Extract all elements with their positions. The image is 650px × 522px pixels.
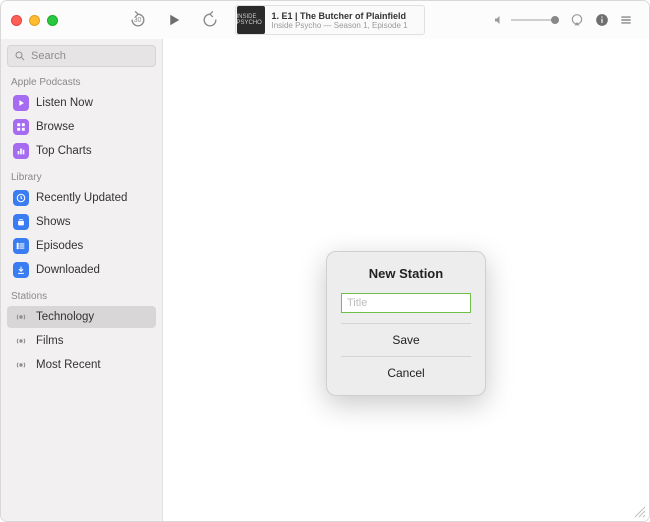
sidebar-item-films[interactable]: Films (7, 330, 156, 352)
sidebar-item-label: Listen Now (36, 97, 93, 109)
chart-icon (13, 143, 29, 159)
window-controls (11, 15, 58, 26)
sidebar-item-label: Films (36, 335, 63, 347)
minimize-window-button[interactable] (29, 15, 40, 26)
section-heading-stations: Stations (7, 283, 156, 304)
sidebar: Search Apple Podcasts Listen Now Browse … (1, 39, 163, 521)
titlebar-right-controls (493, 12, 633, 28)
sidebar-item-label: Recently Updated (36, 192, 127, 204)
sidebar-item-label: Most Recent (36, 359, 101, 371)
save-button[interactable]: Save (341, 323, 471, 356)
now-playing-title: 1. E1 | The Butcher of Plainfield (272, 11, 418, 21)
sidebar-item-top-charts[interactable]: Top Charts (7, 140, 156, 162)
search-placeholder: Search (31, 50, 66, 62)
skip-forward-button[interactable] (199, 9, 221, 31)
sidebar-item-label: Technology (36, 311, 94, 323)
section-heading-library: Library (7, 164, 156, 185)
sidebar-item-listen-now[interactable]: Listen Now (7, 92, 156, 114)
info-icon[interactable] (595, 13, 609, 27)
airplay-icon[interactable] (569, 12, 585, 28)
volume-control[interactable] (493, 14, 559, 26)
sidebar-item-downloaded[interactable]: Downloaded (7, 259, 156, 281)
stack-icon (13, 214, 29, 230)
main-content: Right Now ew episodes have been added. N… (163, 39, 649, 521)
play-button[interactable] (163, 9, 185, 31)
new-station-dialog: New Station Save Cancel (326, 251, 486, 396)
skip-back-seconds: 30 (134, 17, 142, 24)
broadcast-icon (13, 309, 29, 325)
list-bullet-icon (13, 238, 29, 254)
search-input[interactable]: Search (7, 45, 156, 67)
sidebar-item-label: Downloaded (36, 264, 100, 276)
sidebar-item-label: Top Charts (36, 145, 92, 157)
maximize-window-button[interactable] (47, 15, 58, 26)
play-circle-icon (13, 95, 29, 111)
volume-icon (493, 14, 505, 26)
download-icon (13, 262, 29, 278)
sidebar-item-browse[interactable]: Browse (7, 116, 156, 138)
sidebar-item-label: Browse (36, 121, 74, 133)
grid-icon (13, 119, 29, 135)
list-icon[interactable] (619, 13, 633, 27)
skip-back-button[interactable]: 30 (127, 9, 149, 31)
modal-overlay: New Station Save Cancel (163, 39, 649, 521)
sidebar-item-shows[interactable]: Shows (7, 211, 156, 233)
now-playing[interactable]: INSIDE PSYCHO 1. E1 | The Butcher of Pla… (235, 5, 425, 35)
broadcast-icon (13, 333, 29, 349)
now-playing-artwork: INSIDE PSYCHO (237, 6, 265, 34)
search-icon (14, 50, 26, 62)
app-window: 30 INSIDE PSYCHO 1. E1 | The Butcher of … (0, 0, 650, 522)
titlebar: 30 INSIDE PSYCHO 1. E1 | The Butcher of … (1, 1, 649, 39)
sidebar-item-label: Episodes (36, 240, 83, 252)
dialog-title: New Station (341, 266, 471, 281)
cancel-button[interactable]: Cancel (341, 356, 471, 389)
playback-controls: 30 INSIDE PSYCHO 1. E1 | The Butcher of … (68, 5, 483, 35)
section-heading-apple: Apple Podcasts (7, 69, 156, 90)
station-title-input[interactable] (341, 293, 471, 313)
broadcast-icon (13, 357, 29, 373)
close-window-button[interactable] (11, 15, 22, 26)
sidebar-item-most-recent[interactable]: Most Recent (7, 354, 156, 376)
sidebar-item-episodes[interactable]: Episodes (7, 235, 156, 257)
resize-handle-icon[interactable] (634, 506, 646, 518)
sidebar-item-label: Shows (36, 216, 71, 228)
sidebar-item-technology[interactable]: Technology (7, 306, 156, 328)
sidebar-item-recently-updated[interactable]: Recently Updated (7, 187, 156, 209)
now-playing-subtitle: Inside Psycho — Season 1, Episode 1 (272, 21, 418, 30)
clock-icon (13, 190, 29, 206)
